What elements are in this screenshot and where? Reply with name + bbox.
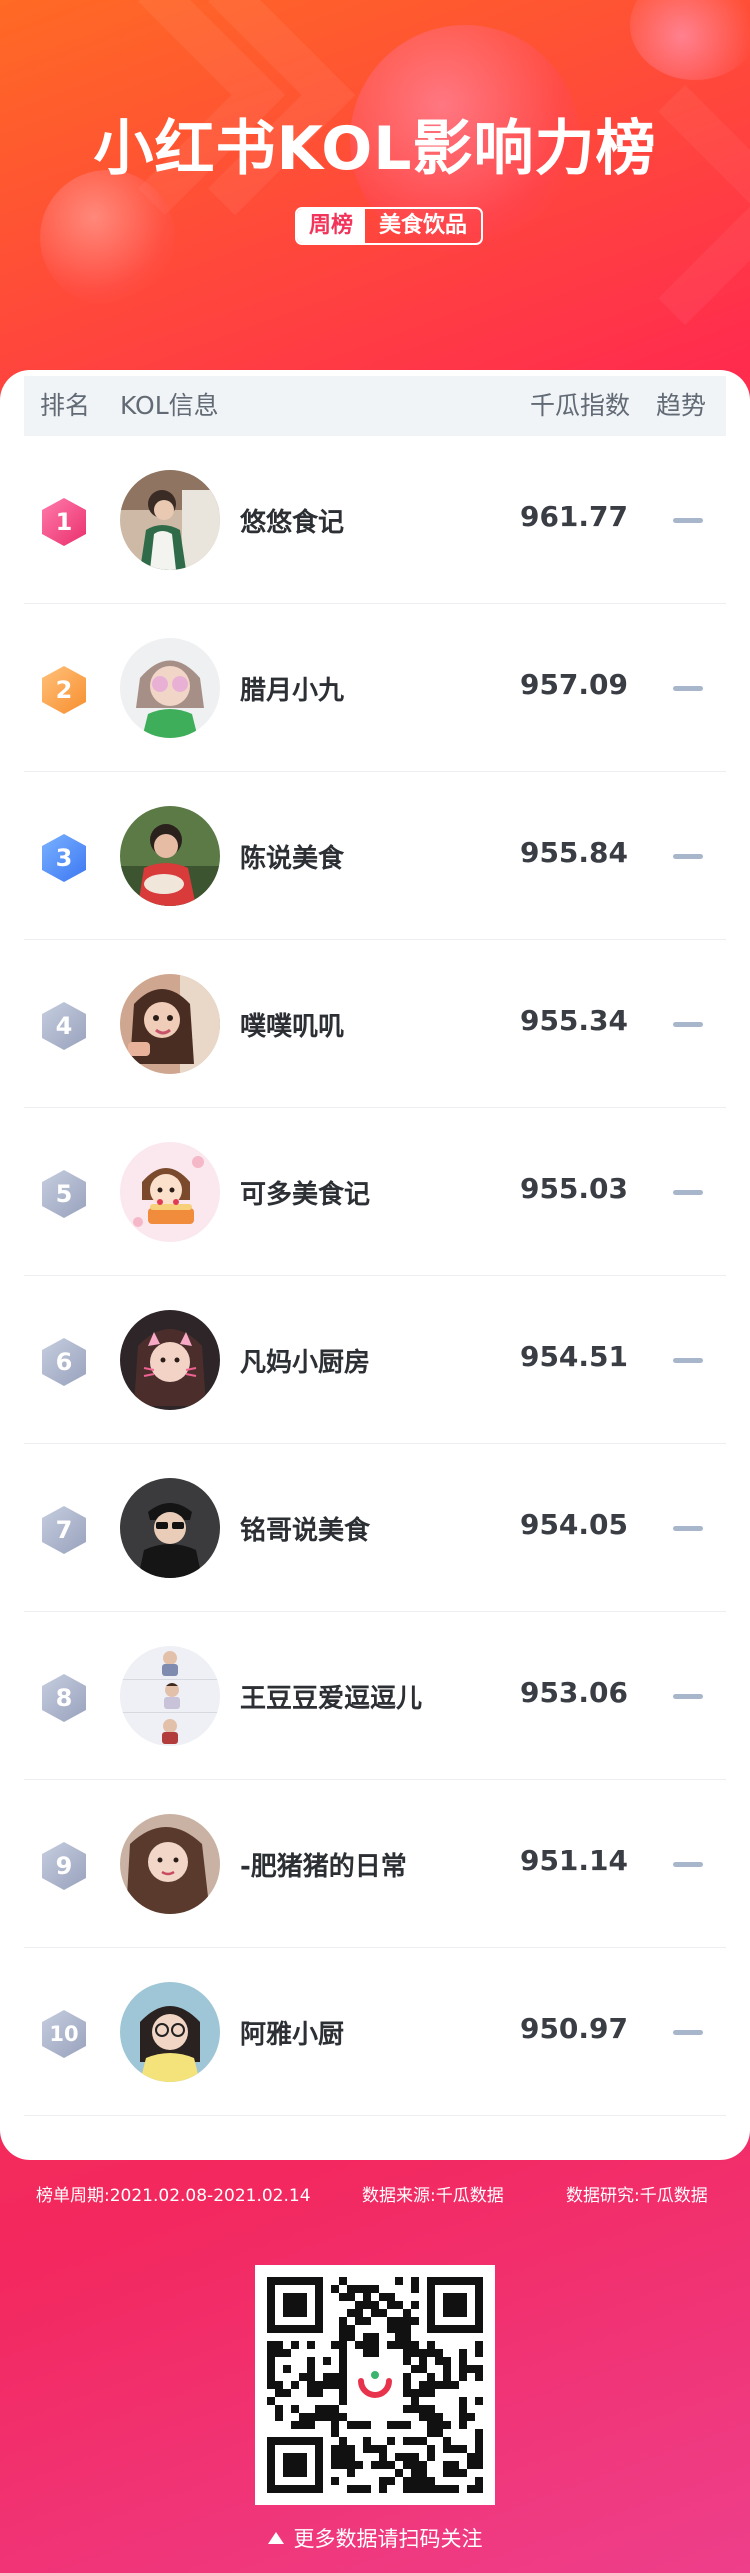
trend-flat-icon [673, 686, 703, 691]
kol-name: 铭哥说美食 [240, 1516, 371, 1546]
rank-badge: 10 [42, 2010, 86, 2058]
rank-badge: 4 [42, 1002, 86, 1050]
table-row[interactable]: 10 阿雅小厨 950.97 [24, 1948, 726, 2116]
table-row[interactable]: 4 噗噗叽叽 955.34 [24, 940, 726, 1108]
avatar [120, 806, 220, 906]
decorative-bubble [630, 0, 750, 80]
avatar [120, 638, 220, 738]
period-tag: 周榜 [297, 209, 366, 243]
avatar [120, 1310, 220, 1410]
kol-name: 可多美食记 [240, 1180, 371, 1210]
kol-score: 951.14 [519, 1844, 629, 1877]
ranking-card: 排名 KOL信息 千瓜指数 趋势 1 悠悠食记 961.77 2 腊月小九 95… [0, 370, 750, 2160]
trend-flat-icon [673, 1862, 703, 1867]
rank-badge: 1 [42, 498, 86, 546]
rank-badge: 6 [42, 1338, 86, 1386]
kol-score: 961.77 [519, 500, 629, 533]
triangle-up-icon [267, 2532, 284, 2544]
table-row[interactable]: 1 悠悠食记 961.77 [24, 436, 726, 604]
rank-badge: 3 [42, 834, 86, 882]
trend-flat-icon [673, 1022, 703, 1027]
rank-badge: 7 [42, 1506, 86, 1554]
qr-hint-text: 更多数据请扫码关注 [293, 2527, 483, 2551]
table-row[interactable]: 5 可多美食记 955.03 [24, 1108, 726, 1276]
ranking-page: 小红书KOL影响力榜 周榜 美食饮品 排名 KOL信息 千瓜指数 趋势 1 悠悠… [0, 0, 750, 2573]
page-title: 小红书KOL影响力榜 [93, 114, 657, 184]
trend-flat-icon [673, 1190, 703, 1195]
kol-score: 954.05 [519, 1508, 629, 1541]
kol-score: 955.34 [519, 1004, 629, 1037]
table-header: 排名 KOL信息 千瓜指数 趋势 [24, 376, 726, 436]
avatar [120, 1814, 220, 1914]
rank-badge: 8 [42, 1674, 86, 1722]
avatar [120, 1478, 220, 1578]
kol-name: 陈说美食 [240, 844, 345, 874]
rank-badge: 9 [42, 1842, 86, 1890]
data-research: 数据研究:千瓜数据 [566, 2186, 708, 2206]
kol-name: 腊月小九 [240, 676, 345, 706]
qr-code[interactable] [255, 2265, 495, 2505]
column-header-trend: 趋势 [656, 391, 707, 420]
kol-score: 954.51 [519, 1340, 629, 1373]
table-row[interactable]: 7 铭哥说美食 954.05 [24, 1444, 726, 1612]
kol-score: 955.84 [519, 836, 629, 869]
kol-name: 阿雅小厨 [240, 2020, 345, 2050]
table-row[interactable]: 9 -肥猪猪的日常 951.14 [24, 1780, 726, 1948]
kol-name: -肥猪猪的日常 [240, 1852, 407, 1882]
table-row[interactable]: 2 腊月小九 957.09 [24, 604, 726, 772]
trend-flat-icon [673, 518, 703, 523]
rank-badge: 5 [42, 1170, 86, 1218]
kol-name: 悠悠食记 [240, 508, 345, 538]
kol-name: 王豆豆爱逗逗儿 [240, 1684, 423, 1714]
decorative-bubble [40, 170, 175, 305]
kol-score: 953.06 [519, 1676, 629, 1709]
avatar [120, 1142, 220, 1242]
trend-flat-icon [673, 1358, 703, 1363]
column-header-kol: KOL信息 [120, 391, 219, 420]
rank-badge: 2 [42, 666, 86, 714]
trend-flat-icon [673, 2030, 703, 2035]
avatar [120, 1982, 220, 2082]
kol-name: 噗噗叽叽 [240, 1012, 345, 1042]
kol-score: 957.09 [519, 668, 629, 701]
kol-score: 955.03 [519, 1172, 629, 1205]
data-source: 数据来源:千瓜数据 [362, 2186, 504, 2206]
column-header-rank: 排名 [40, 391, 91, 420]
avatar [120, 974, 220, 1074]
trend-flat-icon [673, 1526, 703, 1531]
avatar [120, 470, 220, 570]
trend-flat-icon [673, 854, 703, 859]
ranking-tags: 周榜 美食饮品 [295, 207, 484, 245]
table-row[interactable]: 8 王豆豆爱逗逗儿 953.06 [24, 1612, 726, 1780]
table-row[interactable]: 3 陈说美食 955.84 [24, 772, 726, 940]
table-row[interactable]: 6 凡妈小厨房 954.51 [24, 1276, 726, 1444]
trend-flat-icon [673, 1694, 703, 1699]
avatar [120, 1646, 220, 1746]
kol-score: 950.97 [519, 2012, 629, 2045]
category-tag: 美食饮品 [379, 213, 468, 238]
column-header-index: 千瓜指数 [530, 391, 631, 420]
kol-name: 凡妈小厨房 [240, 1348, 371, 1378]
qr-code-icon [267, 2277, 483, 2493]
qr-hint: 更多数据请扫码关注 [0, 2523, 750, 2553]
ranking-period: 榜单周期:2021.02.08-2021.02.14 [36, 2186, 311, 2206]
